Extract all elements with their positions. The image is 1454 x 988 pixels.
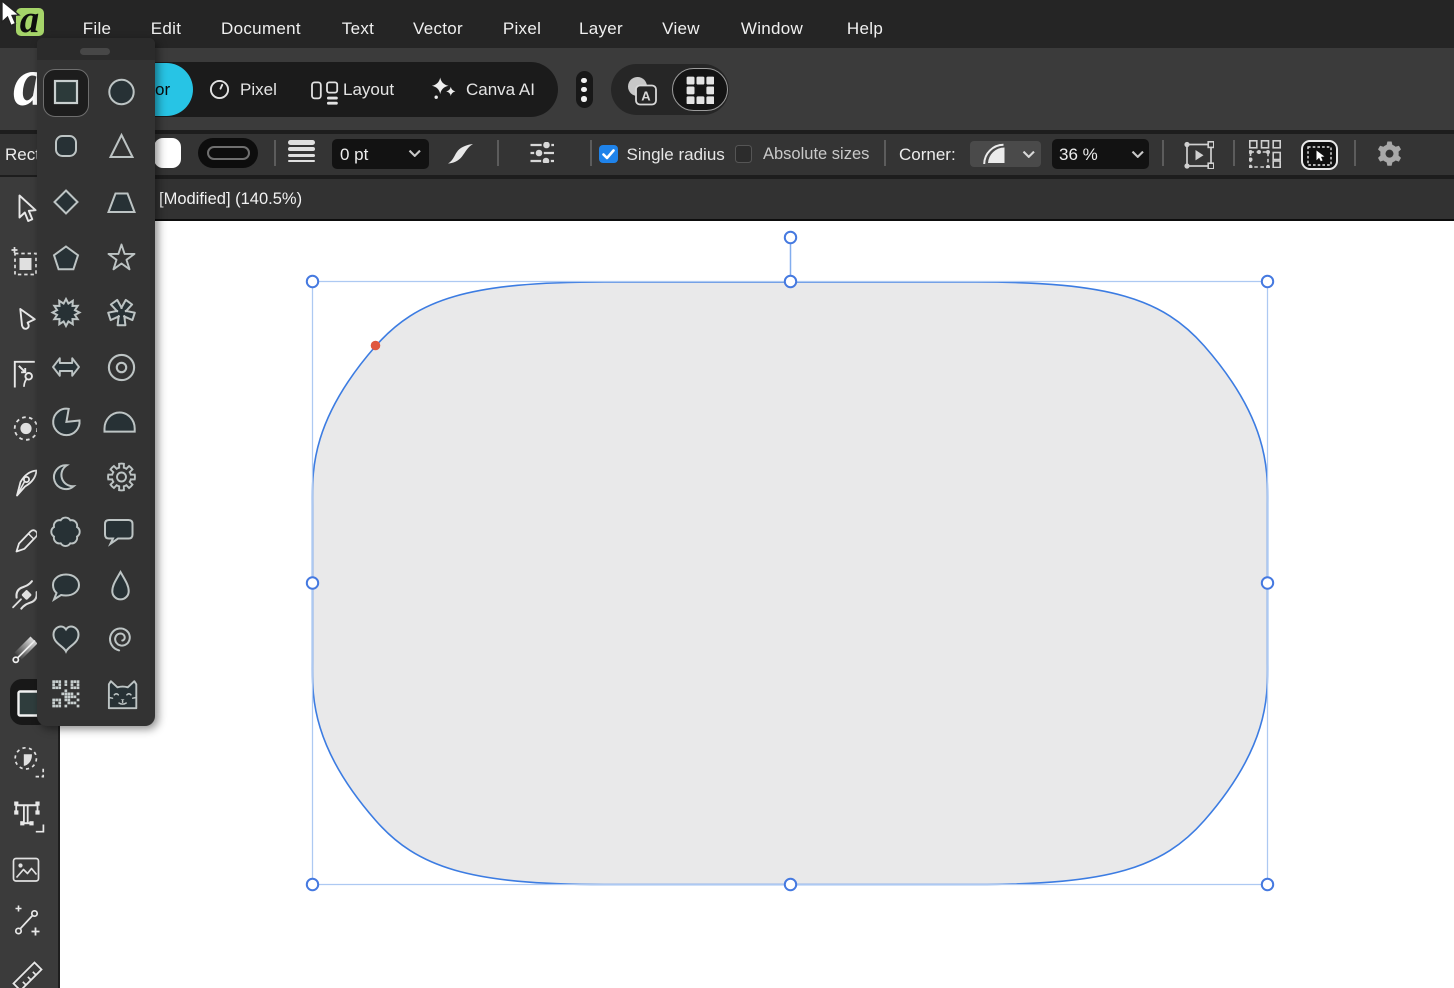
svg-text:A: A <box>641 88 651 103</box>
